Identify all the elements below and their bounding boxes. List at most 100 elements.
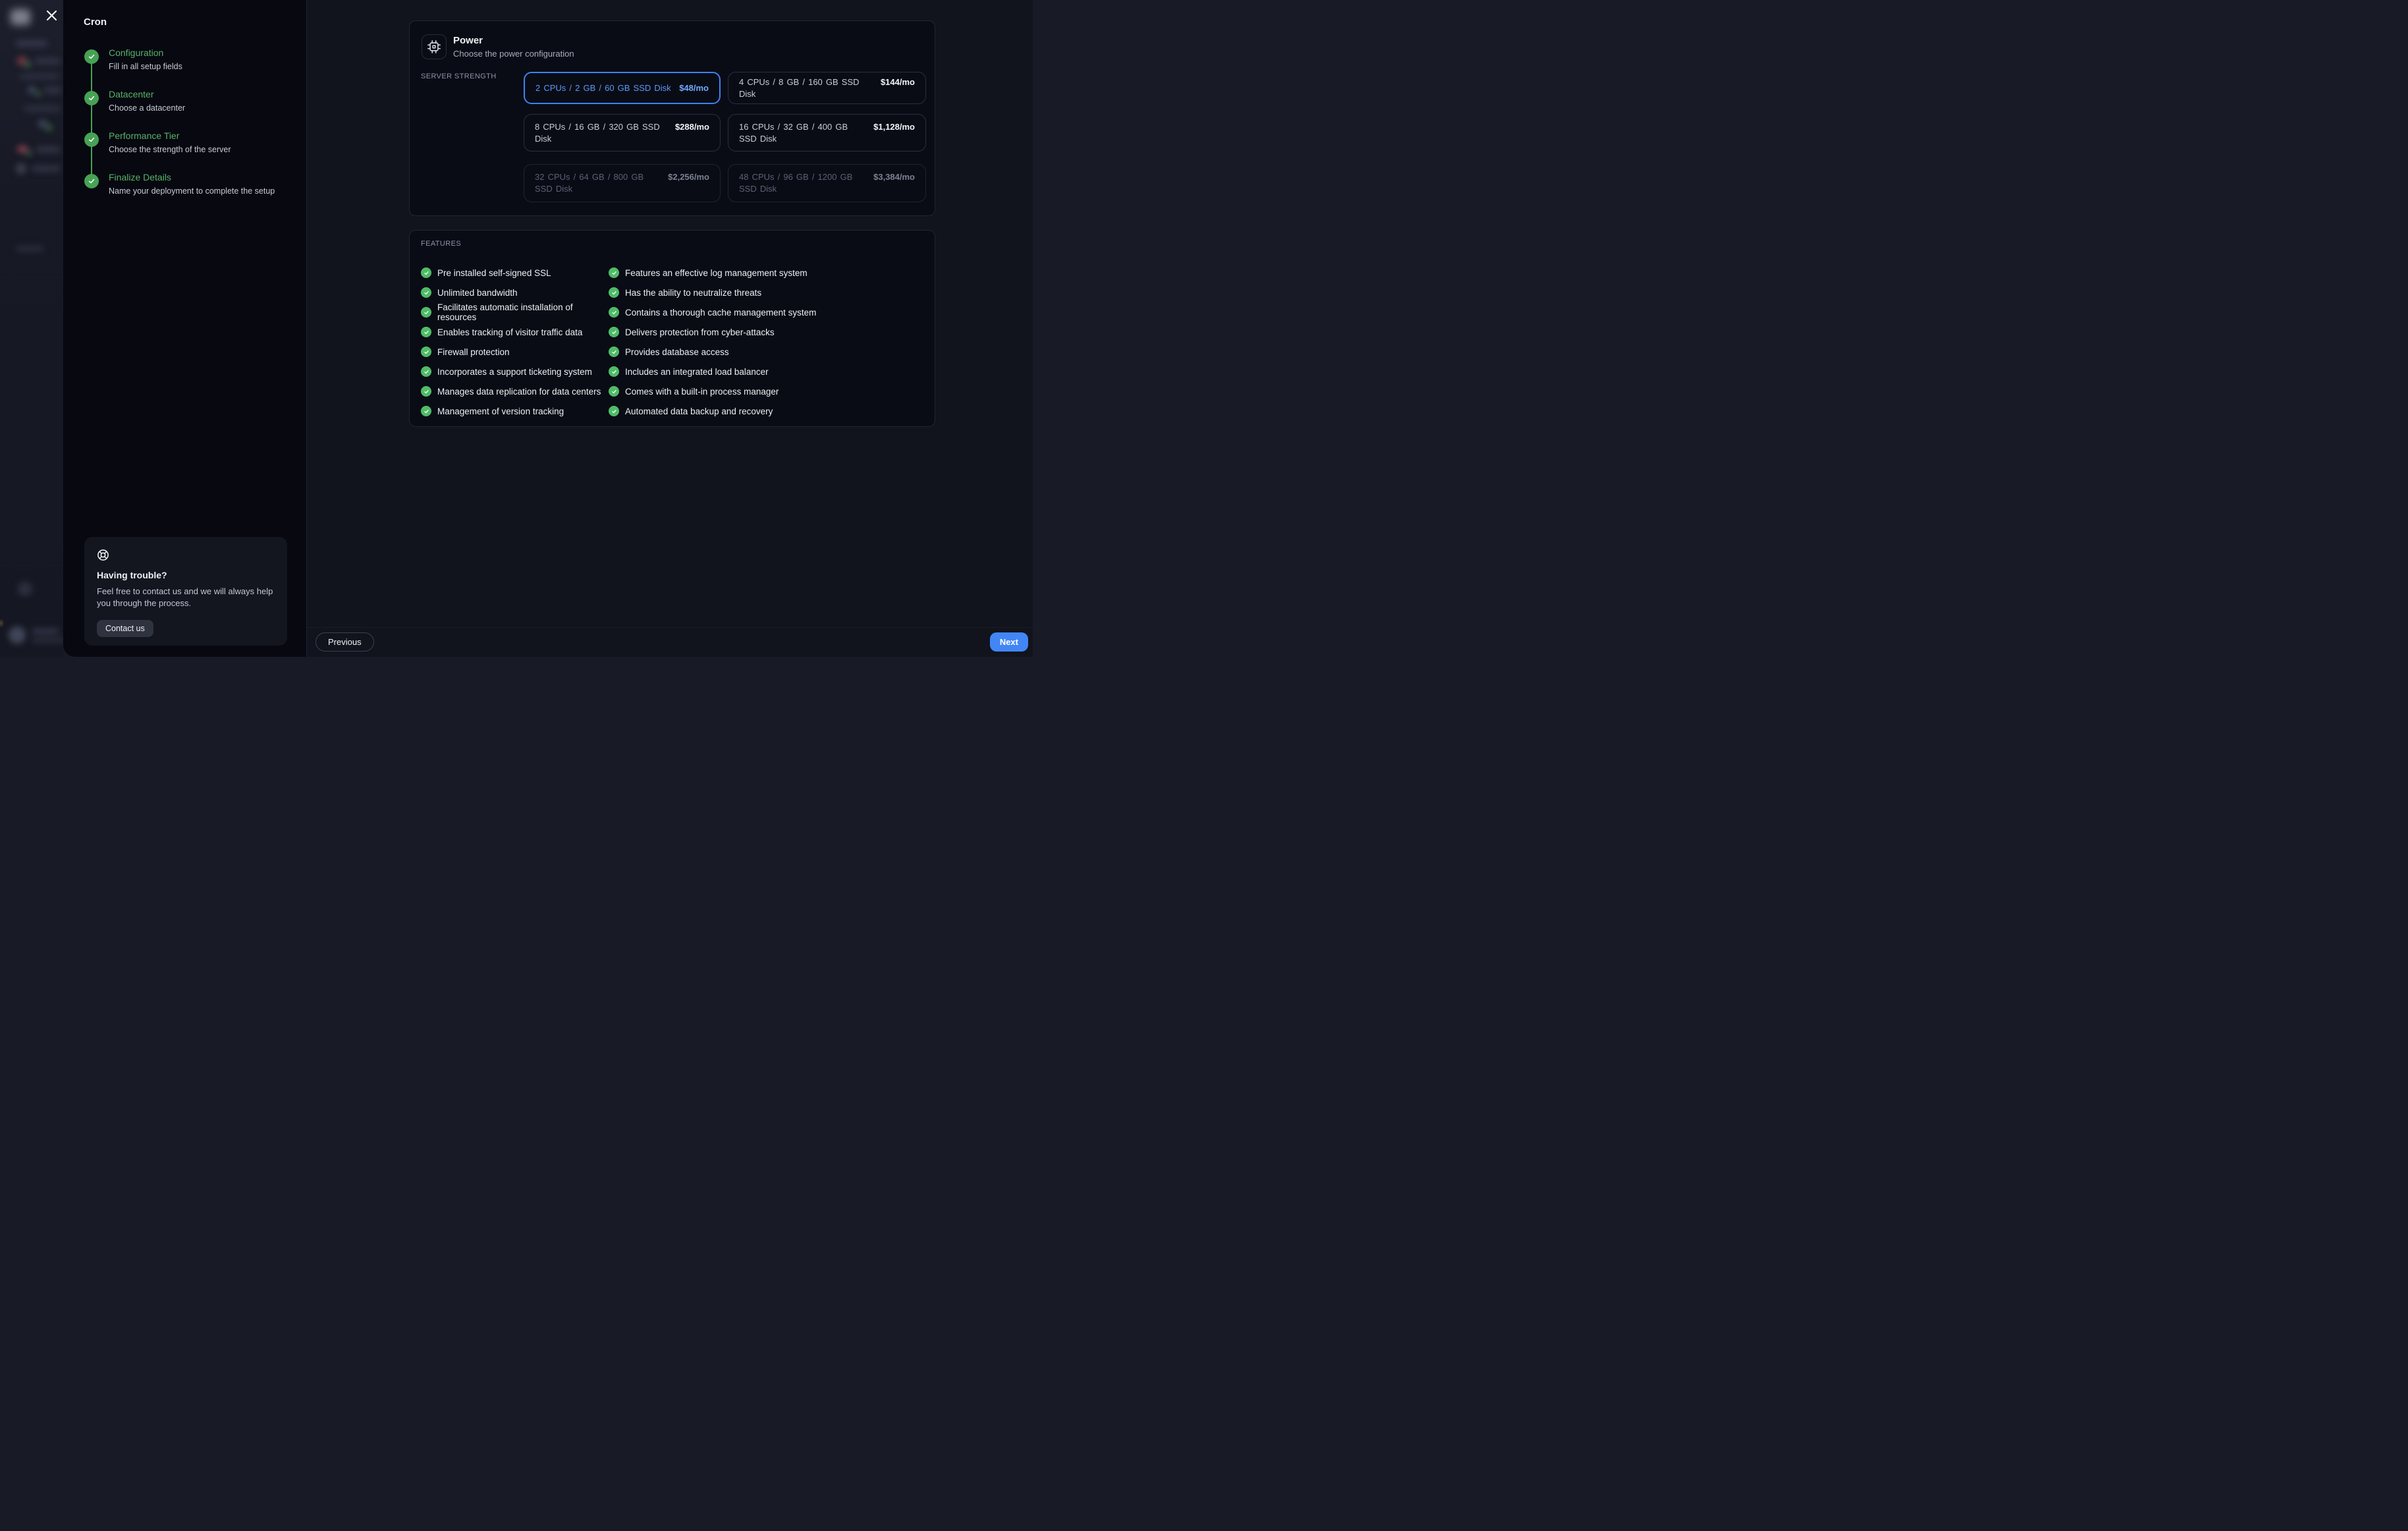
option-specs: 8 CPUs / 16 GB / 320 GB SSD Disk [535,121,669,145]
feature-item: Incorporates a support ticketing system [421,362,609,381]
step-title: Datacenter [109,88,282,100]
check-icon [609,366,619,377]
server-strength-label: SERVER STRENGTH [421,72,497,80]
feature-text: Pre installed self-signed SSL [437,268,551,278]
features-grid: Pre installed self-signed SSL Unlimited … [421,263,925,421]
check-icon [421,267,431,278]
step-title: Configuration [109,47,282,59]
feature-item: Management of version tracking [421,401,609,421]
step-subtitle: Choose the strength of the server [109,144,282,155]
check-icon [421,307,431,318]
feature-item: Delivers protection from cyber-attacks [609,322,925,342]
deployment-setup-modal: Cron Configuration Fill in all setup fie… [63,0,1033,657]
help-body: Feel free to contact us and we will alwa… [97,586,276,609]
feature-item: Has the ability to neutralize threats [609,283,925,302]
close-icon [46,10,57,21]
check-icon [421,347,431,357]
help-card: Having trouble? Feel free to contact us … [84,537,287,646]
sidebar-user-avatar-blur [9,626,26,644]
step-configuration[interactable]: Configuration Fill in all setup fields [84,47,282,72]
check-icon [421,366,431,377]
feature-item: Comes with a built-in process manager [609,381,925,401]
sidebar-user-role-blur [32,638,63,642]
sidebar-item-icon-blur [25,62,31,67]
step-subtitle: Name your deployment to complete the set… [109,186,282,196]
feature-item: Firewall protection [421,342,609,362]
server-option-16cpu[interactable]: 16 CPUs / 32 GB / 400 GB SSD Disk $1,128… [728,114,926,152]
contact-us-button[interactable]: Contact us [97,620,153,637]
check-icon [421,327,431,337]
sidebar-gear-blur [18,582,32,596]
feature-text: Firewall protection [437,347,510,357]
sidebar-item-text-blur [34,59,61,64]
power-title: Power [453,35,483,46]
steps-panel: Cron Configuration Fill in all setup fie… [63,0,307,657]
option-specs: 48 CPUs / 96 GB / 1200 GB SSD Disk [739,171,867,195]
option-price: $288/mo [675,121,709,133]
feature-item: Pre installed self-signed SSL [421,263,609,283]
sidebar-avatar-blur [16,163,26,174]
feature-item: Unlimited bandwidth [421,283,609,302]
feature-text: Features an effective log management sys… [625,268,807,278]
feature-text: Manages data replication for data center… [437,387,601,397]
modal-footer: Previous Next [307,627,1033,657]
option-specs: 32 CPUs / 64 GB / 800 GB SSD Disk [535,171,661,195]
previous-button[interactable]: Previous [315,632,374,652]
sidebar-item-icon-blur [36,92,41,96]
feature-text: Comes with a built-in process manager [625,387,779,397]
blurred-app-sidebar [0,0,63,657]
step-performance-tier[interactable]: Performance Tier Choose the strength of … [84,130,282,155]
feature-text: Enables tracking of visitor traffic data [437,327,582,337]
feature-text: Provides database access [625,347,729,357]
sidebar-item-text-blur [20,74,59,79]
option-price: $144/mo [881,76,915,88]
feature-item: Includes an integrated load balancer [609,362,925,381]
step-done-icon [84,174,99,188]
step-done-icon [84,91,99,105]
option-specs: 4 CPUs / 8 GB / 160 GB SSD Disk [739,76,874,100]
power-subtitle: Choose the power configuration [453,49,574,59]
option-price: $48/mo [679,82,709,94]
check-icon [609,287,619,298]
feature-item: Features an effective log management sys… [609,263,925,283]
feature-text: Unlimited bandwidth [437,288,518,298]
sidebar-user-name-blur [32,629,59,634]
check-icon [609,327,619,337]
server-option-8cpu[interactable]: 8 CPUs / 16 GB / 320 GB SSD Disk $288/mo [524,114,721,152]
feature-text: Automated data backup and recovery [625,406,773,416]
step-connector-line [91,57,92,181]
features-card: FEATURES Pre installed self-signed SSL U… [409,230,935,427]
sidebar-item-icon-blur [28,86,36,94]
next-button[interactable]: Next [990,632,1028,652]
sidebar-item-text-blur [43,88,62,93]
feature-text: Includes an integrated load balancer [625,367,769,377]
step-subtitle: Choose a datacenter [109,103,282,113]
sidebar-item-icon-blur [46,125,52,130]
step-done-icon [84,49,99,64]
feature-text: Facilitates automatic installation of re… [437,302,609,322]
server-option-2cpu[interactable]: 2 CPUs / 2 GB / 60 GB SSD Disk $48/mo [524,72,721,104]
feature-item: Provides database access [609,342,925,362]
step-subtitle: Fill in all setup fields [109,61,282,72]
option-price: $2,256/mo [668,171,709,183]
cpu-chip-icon [422,34,447,59]
close-modal-button[interactable] [43,7,59,23]
check-icon [421,287,431,298]
power-card: Power Choose the power configuration SER… [409,20,935,216]
feature-text: Contains a thorough cache management sys… [625,308,816,318]
sidebar-label-blur [16,41,47,46]
feature-text: Incorporates a support ticketing system [437,367,592,377]
check-icon [609,307,619,318]
check-icon [609,406,619,416]
server-option-4cpu[interactable]: 4 CPUs / 8 GB / 160 GB SSD Disk $144/mo [728,72,926,104]
check-icon [421,386,431,397]
server-option-48cpu: 48 CPUs / 96 GB / 1200 GB SSD Disk $3,38… [728,164,926,202]
modal-title: Cron [84,16,107,28]
feature-text: Management of version tracking [437,406,564,416]
feature-text: Delivers protection from cyber-attacks [625,327,775,337]
sidebar-sliver-blur [0,621,2,626]
step-finalize-details[interactable]: Finalize Details Name your deployment to… [84,171,282,196]
step-datacenter[interactable]: Datacenter Choose a datacenter [84,88,282,113]
option-price: $1,128/mo [873,121,915,133]
sidebar-item-icon-blur [26,151,32,155]
